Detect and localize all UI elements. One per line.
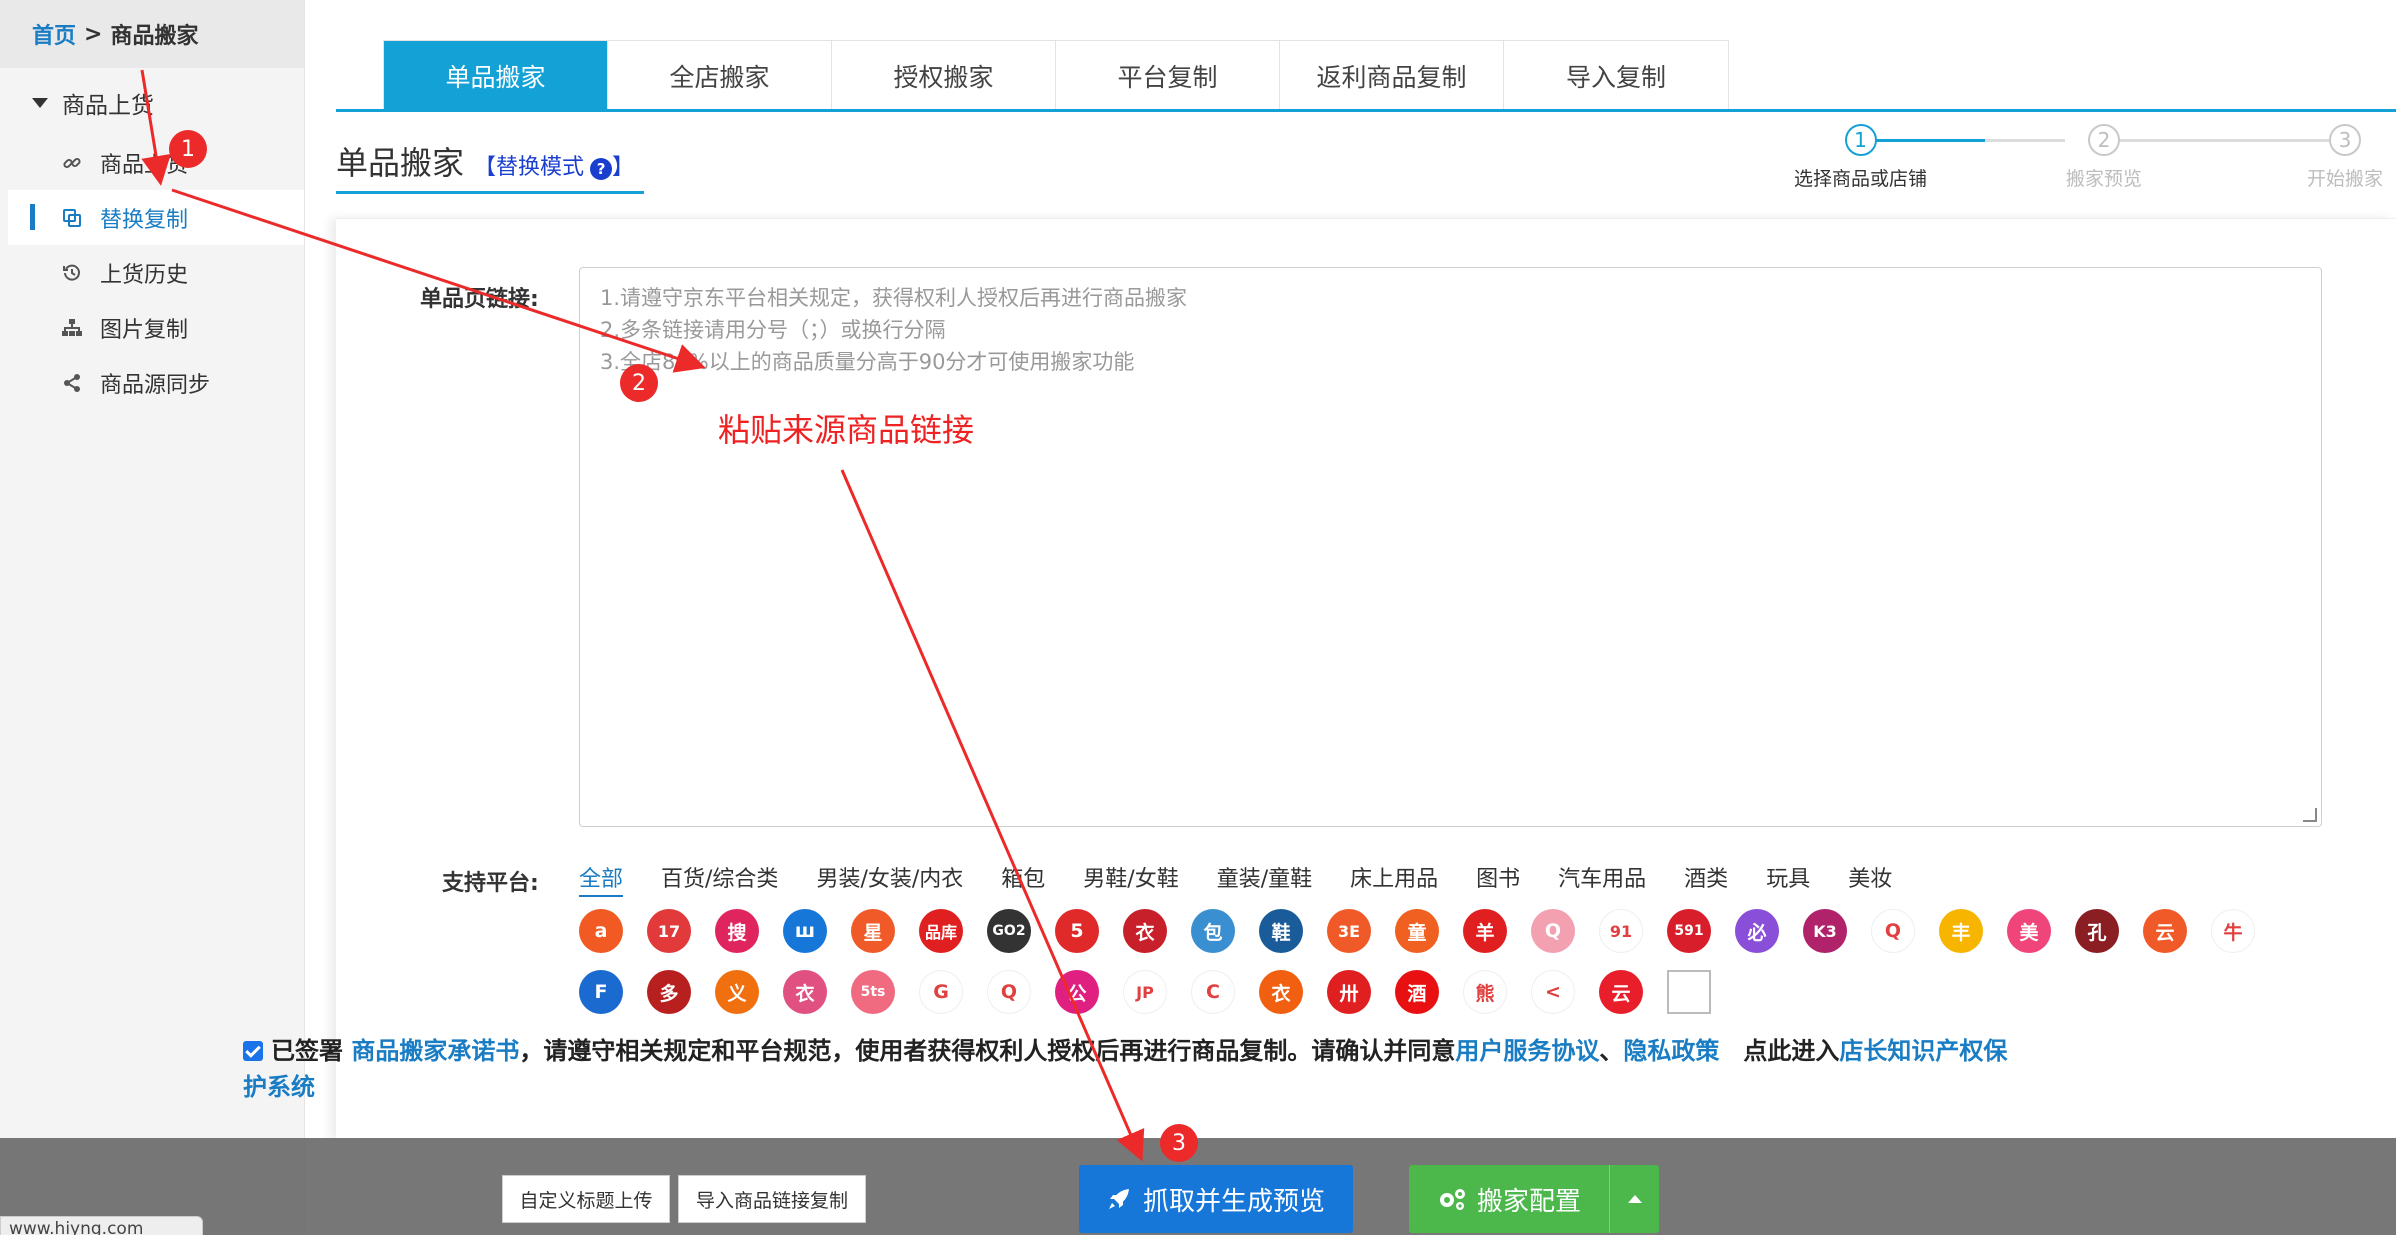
arrow-3	[840, 469, 1145, 1162]
marker-1: 1	[169, 130, 207, 168]
arrow-2	[171, 188, 706, 373]
arrow-1	[140, 69, 171, 186]
marker-2: 2	[620, 364, 658, 402]
annotation-arrows	[140, 69, 1145, 1162]
marker-3: 3	[1160, 1124, 1198, 1162]
